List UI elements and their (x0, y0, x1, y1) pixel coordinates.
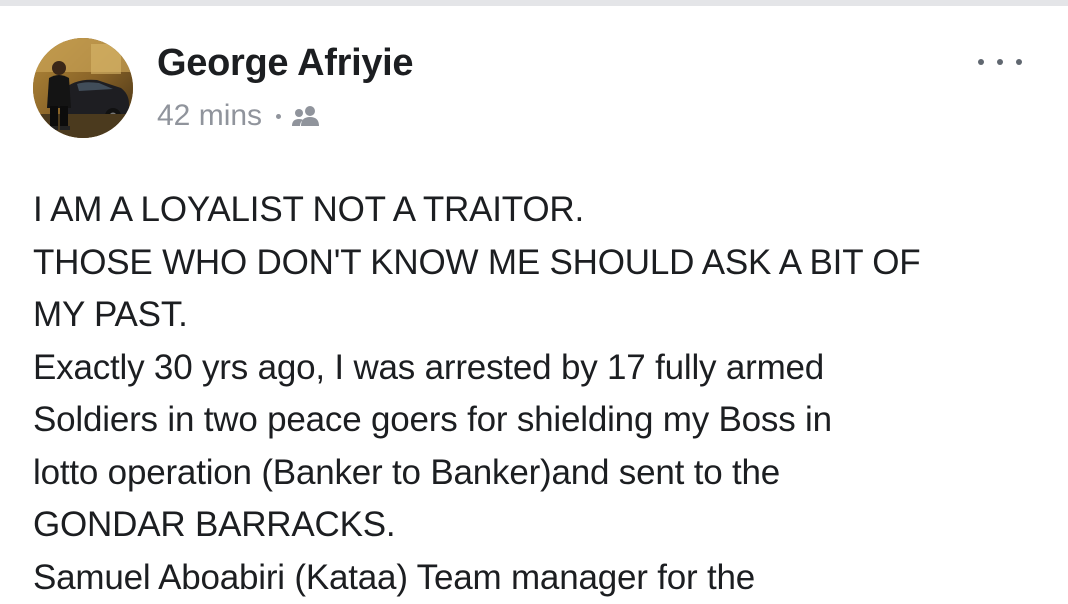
post-meta: 42 mins (157, 98, 321, 134)
post-text: I AM A LOYALIST NOT A TRAITOR. THOSE WHO… (33, 184, 1043, 604)
feed-post: George Afriyie 42 mins I AM A LOYALIST N… (0, 6, 1068, 580)
post-text-line: Samuel Aboabiri (Kataa) Team manager for… (33, 552, 1043, 604)
friends-icon[interactable] (291, 105, 321, 127)
post-text-line: THOSE WHO DON'T KNOW ME SHOULD ASK A BIT… (33, 237, 1043, 290)
more-dot (978, 59, 984, 65)
post-text-line: Soldiers in two peace goers for shieldin… (33, 394, 1043, 447)
post-text-line: MY PAST. (33, 289, 1043, 342)
author-avatar[interactable] (33, 38, 133, 138)
meta-separator-dot (276, 114, 281, 119)
avatar-photo (33, 38, 133, 138)
author-name[interactable]: George Afriyie (157, 42, 413, 85)
post-text-line: GONDAR BARRACKS. (33, 499, 1043, 552)
more-dot (1016, 59, 1022, 65)
more-dot (997, 59, 1003, 65)
post-timestamp[interactable]: 42 mins (157, 99, 262, 133)
post-text-line: lotto operation (Banker to Banker)and se… (33, 447, 1043, 500)
post-text-line: I AM A LOYALIST NOT A TRAITOR. (33, 184, 1043, 237)
more-options-icon[interactable] (978, 52, 1022, 72)
post-text-line: Exactly 30 yrs ago, I was arrested by 17… (33, 342, 1043, 395)
